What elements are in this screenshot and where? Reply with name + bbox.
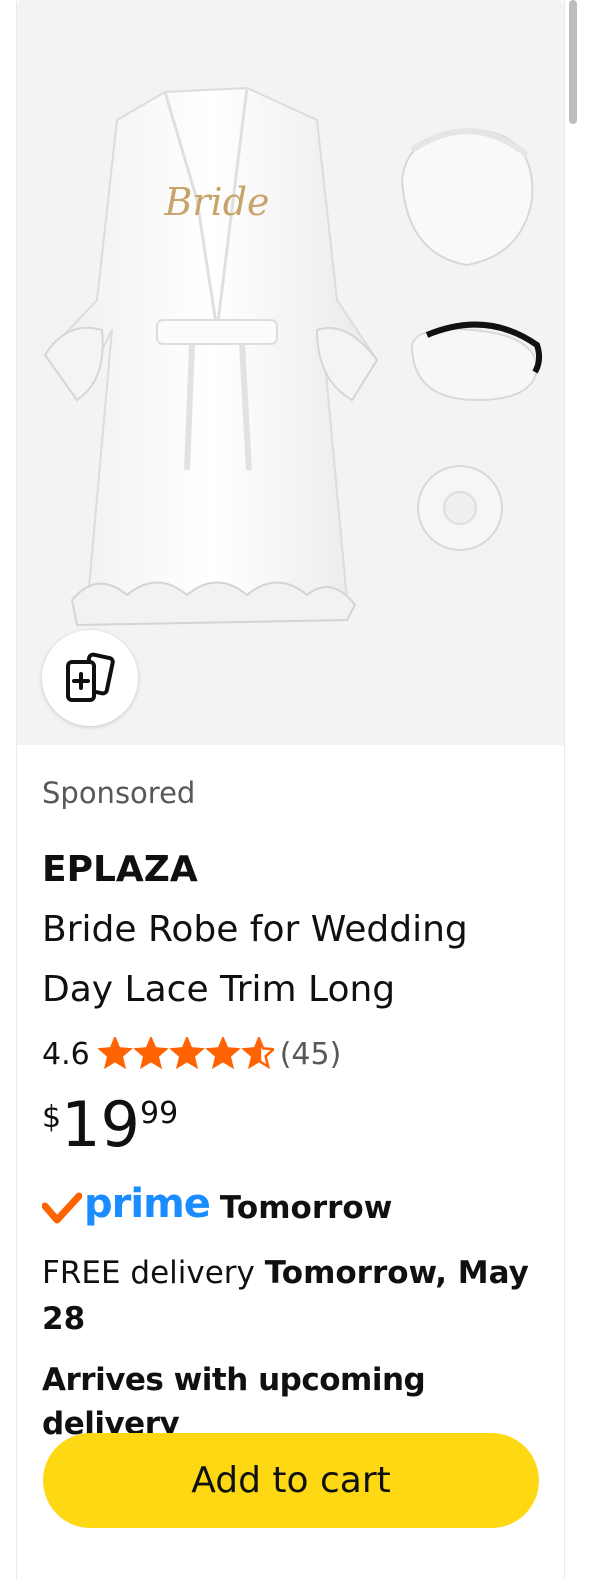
star-rating: [97, 1037, 274, 1071]
rating-value: 4.6: [42, 1036, 90, 1072]
price: $ 19 99: [42, 1090, 542, 1166]
price-symbol: $: [42, 1100, 62, 1135]
prime-badge: prime Tomorrow: [42, 1180, 542, 1236]
scrollbar[interactable]: [569, 0, 577, 124]
product-info: Sponsored EPLAZA Bride Robe for Wedding …: [42, 770, 542, 1446]
delivery-info: FREE delivery Tomorrow, May 28: [42, 1250, 542, 1342]
product-card[interactable]: Bride Sponsored EPLAZA Bride Robe for We…: [16, 0, 565, 1579]
add-to-cart-button[interactable]: Add to cart: [43, 1433, 539, 1528]
robe-embroidery-text: Bride: [163, 180, 269, 224]
prime-delivery-day: Tomorrow: [219, 1190, 393, 1226]
delivery-prefix: FREE delivery: [42, 1255, 265, 1291]
rating-row[interactable]: 4.6 (45): [42, 1032, 542, 1076]
product-title[interactable]: Bride Robe for Wedding Day Lace Trim Lon…: [42, 900, 542, 1020]
price-whole: 19: [61, 1088, 140, 1161]
compare-add-icon: [66, 652, 115, 702]
product-image[interactable]: Bride: [17, 0, 564, 745]
prime-check-icon: [42, 1192, 82, 1224]
sponsored-label: Sponsored: [42, 776, 196, 810]
price-fraction: 99: [140, 1096, 179, 1131]
star-icon-row: [97, 1037, 274, 1070]
review-count[interactable]: (45): [280, 1037, 342, 1072]
compare-button[interactable]: [42, 630, 138, 726]
prime-logo: prime: [84, 1181, 211, 1227]
brand-name: EPLAZA: [42, 849, 198, 890]
